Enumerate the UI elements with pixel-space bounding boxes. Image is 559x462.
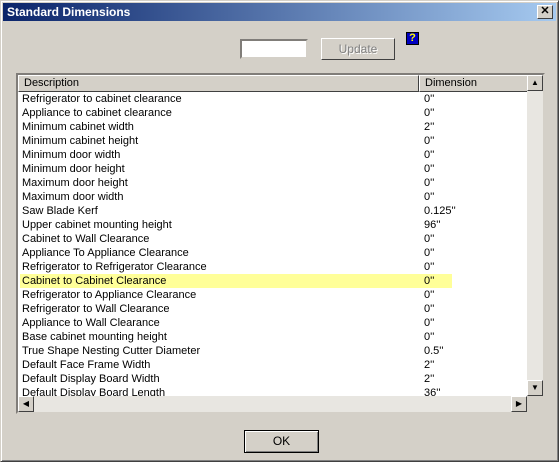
description-cell: Default Face Frame Width [22, 359, 151, 371]
update-button: Update [321, 38, 395, 60]
description-cell: Base cabinet mounting height [22, 331, 167, 343]
close-icon: ✕ [540, 5, 550, 17]
description-cell: Minimum door height [22, 163, 125, 175]
table-row[interactable]: Appliance to cabinet clearance 0'' [18, 106, 531, 120]
dimension-cell: 2'' [424, 373, 435, 385]
description-cell: Default Display Board Width [22, 373, 160, 385]
help-icon[interactable]: ? [406, 32, 419, 45]
description-cell: Appliance To Appliance Clearance [22, 247, 189, 259]
scroll-right-icon[interactable]: ▶ [511, 396, 527, 412]
vertical-scrollbar[interactable]: ▲ ▼ [527, 75, 543, 396]
scroll-left-icon[interactable]: ◀ [18, 396, 34, 412]
description-cell: Maximum door width [22, 191, 124, 203]
table-row[interactable]: Upper cabinet mounting height 96'' [18, 218, 531, 232]
description-cell: Appliance to cabinet clearance [22, 107, 172, 119]
scroll-up-icon[interactable]: ▲ [527, 75, 543, 91]
column-header-description[interactable]: Description [18, 75, 419, 92]
description-cell: True Shape Nesting Cutter Diameter [22, 345, 201, 357]
table-row[interactable]: Refrigerator to Appliance Clearance 0'' [18, 288, 531, 302]
dimension-cell: 0'' [424, 191, 435, 203]
table-row[interactable]: Refrigerator to cabinet clearance 0'' [18, 92, 531, 106]
column-header-dimension[interactable]: Dimension [419, 75, 531, 92]
dimension-cell: 0'' [424, 149, 435, 161]
table-row[interactable]: Minimum door height 0'' [18, 162, 531, 176]
table-row-selected[interactable]: Cabinet to Cabinet Clearance 0'' [18, 274, 531, 288]
description-cell: Refrigerator to Appliance Clearance [22, 289, 197, 301]
dimension-cell: 0'' [424, 331, 435, 343]
table-row[interactable]: Appliance to Wall Clearance 0'' [18, 316, 531, 330]
table-row[interactable]: Default Face Frame Width 2'' [18, 358, 531, 372]
table-row[interactable]: Cabinet to Wall Clearance 0'' [18, 232, 531, 246]
dimension-cell: 0.125'' [424, 205, 456, 217]
table-row[interactable]: Appliance To Appliance Clearance 0'' [18, 246, 531, 260]
dimension-cell: 0'' [424, 289, 435, 301]
description-cell: Maximum door height [22, 177, 128, 189]
table-row[interactable]: Maximum door width 0'' [18, 190, 531, 204]
description-cell: Cabinet to Wall Clearance [22, 233, 150, 245]
table-row[interactable]: Saw Blade Kerf 0.125'' [18, 204, 531, 218]
table-row[interactable]: Minimum cabinet width 2'' [18, 120, 531, 134]
dimension-cell: 0'' [424, 261, 435, 273]
description-cell: Cabinet to Cabinet Clearance [22, 275, 167, 287]
description-cell: Refrigerator to Wall Clearance [22, 303, 170, 315]
table-row[interactable]: True Shape Nesting Cutter Diameter 0.5'' [18, 344, 531, 358]
description-cell: Saw Blade Kerf [22, 205, 98, 217]
dimension-cell: 0'' [424, 303, 435, 315]
dimension-cell: 0'' [424, 233, 435, 245]
dimension-cell: 2'' [424, 359, 435, 371]
table-row[interactable]: Refrigerator to Refrigerator Clearance 0'… [18, 260, 531, 274]
dimension-cell: 2'' [424, 121, 435, 133]
window-title: Standard Dimensions [7, 5, 131, 19]
dimension-cell: 0'' [424, 275, 435, 287]
table-row[interactable]: Minimum cabinet height 0'' [18, 134, 531, 148]
table-row[interactable]: Base cabinet mounting height 0'' [18, 330, 531, 344]
list-rows: Refrigerator to cabinet clearance 0'' Appl… [18, 92, 531, 400]
dimension-cell: 0.5'' [424, 345, 444, 357]
dimension-cell: 0'' [424, 247, 435, 259]
table-row[interactable]: Default Display Board Width 2'' [18, 372, 531, 386]
description-cell: Refrigerator to Refrigerator Clearance [22, 261, 207, 273]
table-row[interactable]: Refrigerator to Wall Clearance 0'' [18, 302, 531, 316]
description-cell: Appliance to Wall Clearance [22, 317, 160, 329]
description-cell: Refrigerator to cabinet clearance [22, 93, 182, 105]
dimension-cell: 0'' [424, 93, 435, 105]
horizontal-scrollbar[interactable]: ◀ ▶ [18, 396, 527, 412]
description-cell: Minimum door width [22, 149, 121, 161]
scroll-down-icon[interactable]: ▼ [527, 380, 543, 396]
description-cell: Upper cabinet mounting height [22, 219, 172, 231]
description-cell: Minimum cabinet width [22, 121, 134, 133]
dimension-cell: 96'' [424, 219, 441, 231]
table-row[interactable]: Maximum door height 0'' [18, 176, 531, 190]
table-row[interactable]: Minimum door width 0'' [18, 148, 531, 162]
dimension-cell: 0'' [424, 177, 435, 189]
dimension-input[interactable] [240, 39, 308, 59]
title-bar[interactable]: Standard Dimensions ✕ [3, 3, 556, 21]
dimension-cell: 0'' [424, 107, 435, 119]
dimension-cell: 0'' [424, 317, 435, 329]
standard-dimensions-dialog: Standard Dimensions ✕ Update ? Descripti… [0, 0, 559, 462]
ok-button[interactable]: OK [244, 430, 319, 453]
close-button[interactable]: ✕ [537, 5, 553, 19]
dimensions-list[interactable]: Description Dimension Refrigerator to ca… [16, 73, 545, 414]
dimension-cell: 0'' [424, 163, 435, 175]
scrollbar-corner [527, 396, 543, 412]
description-cell: Minimum cabinet height [22, 135, 139, 147]
dimension-cell: 0'' [424, 135, 435, 147]
